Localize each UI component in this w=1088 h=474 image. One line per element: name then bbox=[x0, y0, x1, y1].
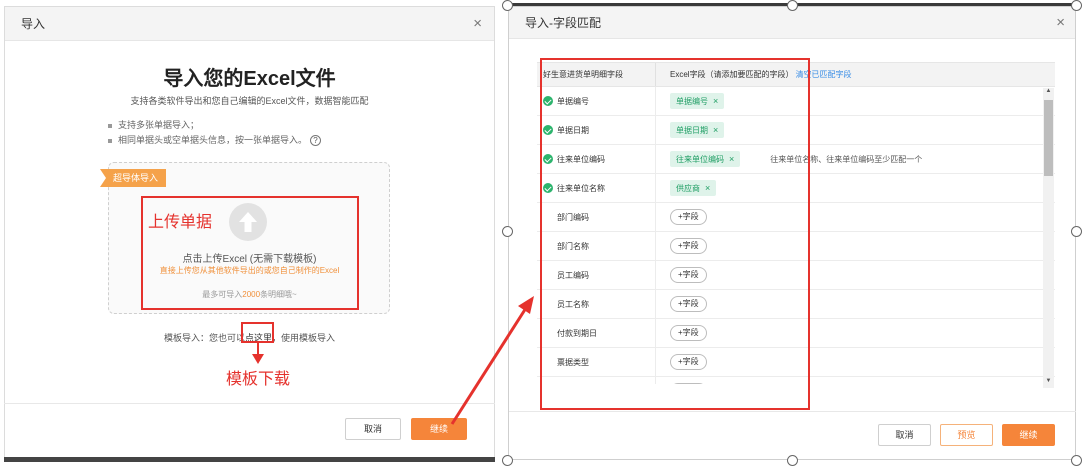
field-mapping-title: 导入-字段匹配 bbox=[525, 16, 601, 30]
cancel-button[interactable]: 取消 bbox=[345, 418, 401, 440]
scroll-up-icon[interactable]: ▲ bbox=[1043, 88, 1054, 98]
close-icon[interactable]: × bbox=[1056, 15, 1065, 30]
dialog-footer-divider bbox=[509, 411, 1076, 412]
annotation-label-upload: 上传单据 bbox=[148, 214, 213, 231]
resize-handle-bottom-left[interactable] bbox=[502, 455, 513, 466]
resize-handle-top-right[interactable] bbox=[1071, 0, 1082, 11]
bullet-icon bbox=[108, 123, 112, 128]
table-scrollbar[interactable]: ▲ ▼ bbox=[1043, 88, 1054, 388]
ribbon-badge: 超导体导入 bbox=[100, 169, 167, 187]
bullet-icon bbox=[108, 138, 112, 143]
dialog-footer-divider bbox=[4, 403, 495, 404]
help-icon[interactable]: ? bbox=[310, 135, 322, 146]
resize-handle-bottom[interactable] bbox=[787, 455, 798, 466]
tip-item: 相同单据头或空单据头信息，按一张单据导入。? bbox=[108, 133, 322, 148]
page-subtitle: 支持各类软件导出和您自己编辑的Excel文件，数据智能匹配 bbox=[130, 96, 369, 106]
import-dialog-header: 导入 × bbox=[5, 7, 494, 41]
preview-button[interactable]: 预览 bbox=[940, 424, 993, 446]
scroll-down-icon[interactable]: ▼ bbox=[1043, 378, 1054, 388]
resize-handle-top-left[interactable] bbox=[502, 0, 513, 11]
field-mapping-header: 导入-字段匹配 × bbox=[509, 7, 1075, 39]
import-dialog-title: 导入 bbox=[21, 17, 46, 31]
tips-list: 支持多张单据导入； 相同单据头或空单据头信息，按一张单据导入。? bbox=[108, 118, 322, 148]
continue-button[interactable]: 继续 bbox=[411, 418, 467, 440]
resize-handle-left[interactable] bbox=[502, 226, 513, 237]
annotation-label-template: 模板下载 bbox=[226, 371, 291, 388]
tip-item: 支持多张单据导入； bbox=[108, 118, 321, 133]
annotation-box-template bbox=[241, 322, 274, 343]
resize-handle-right[interactable] bbox=[1071, 226, 1082, 237]
window-bottom-bar bbox=[4, 457, 495, 462]
close-icon[interactable]: × bbox=[473, 16, 482, 31]
resize-handle-top[interactable] bbox=[787, 0, 798, 11]
page-title: 导入您的Excel文件 bbox=[163, 68, 336, 90]
continue-button[interactable]: 继续 bbox=[1002, 424, 1055, 446]
cancel-button[interactable]: 取消 bbox=[878, 424, 931, 446]
annotation-box-mapping bbox=[540, 58, 810, 410]
resize-handle-bottom-right[interactable] bbox=[1071, 455, 1082, 466]
scrollbar-thumb[interactable] bbox=[1044, 100, 1053, 176]
